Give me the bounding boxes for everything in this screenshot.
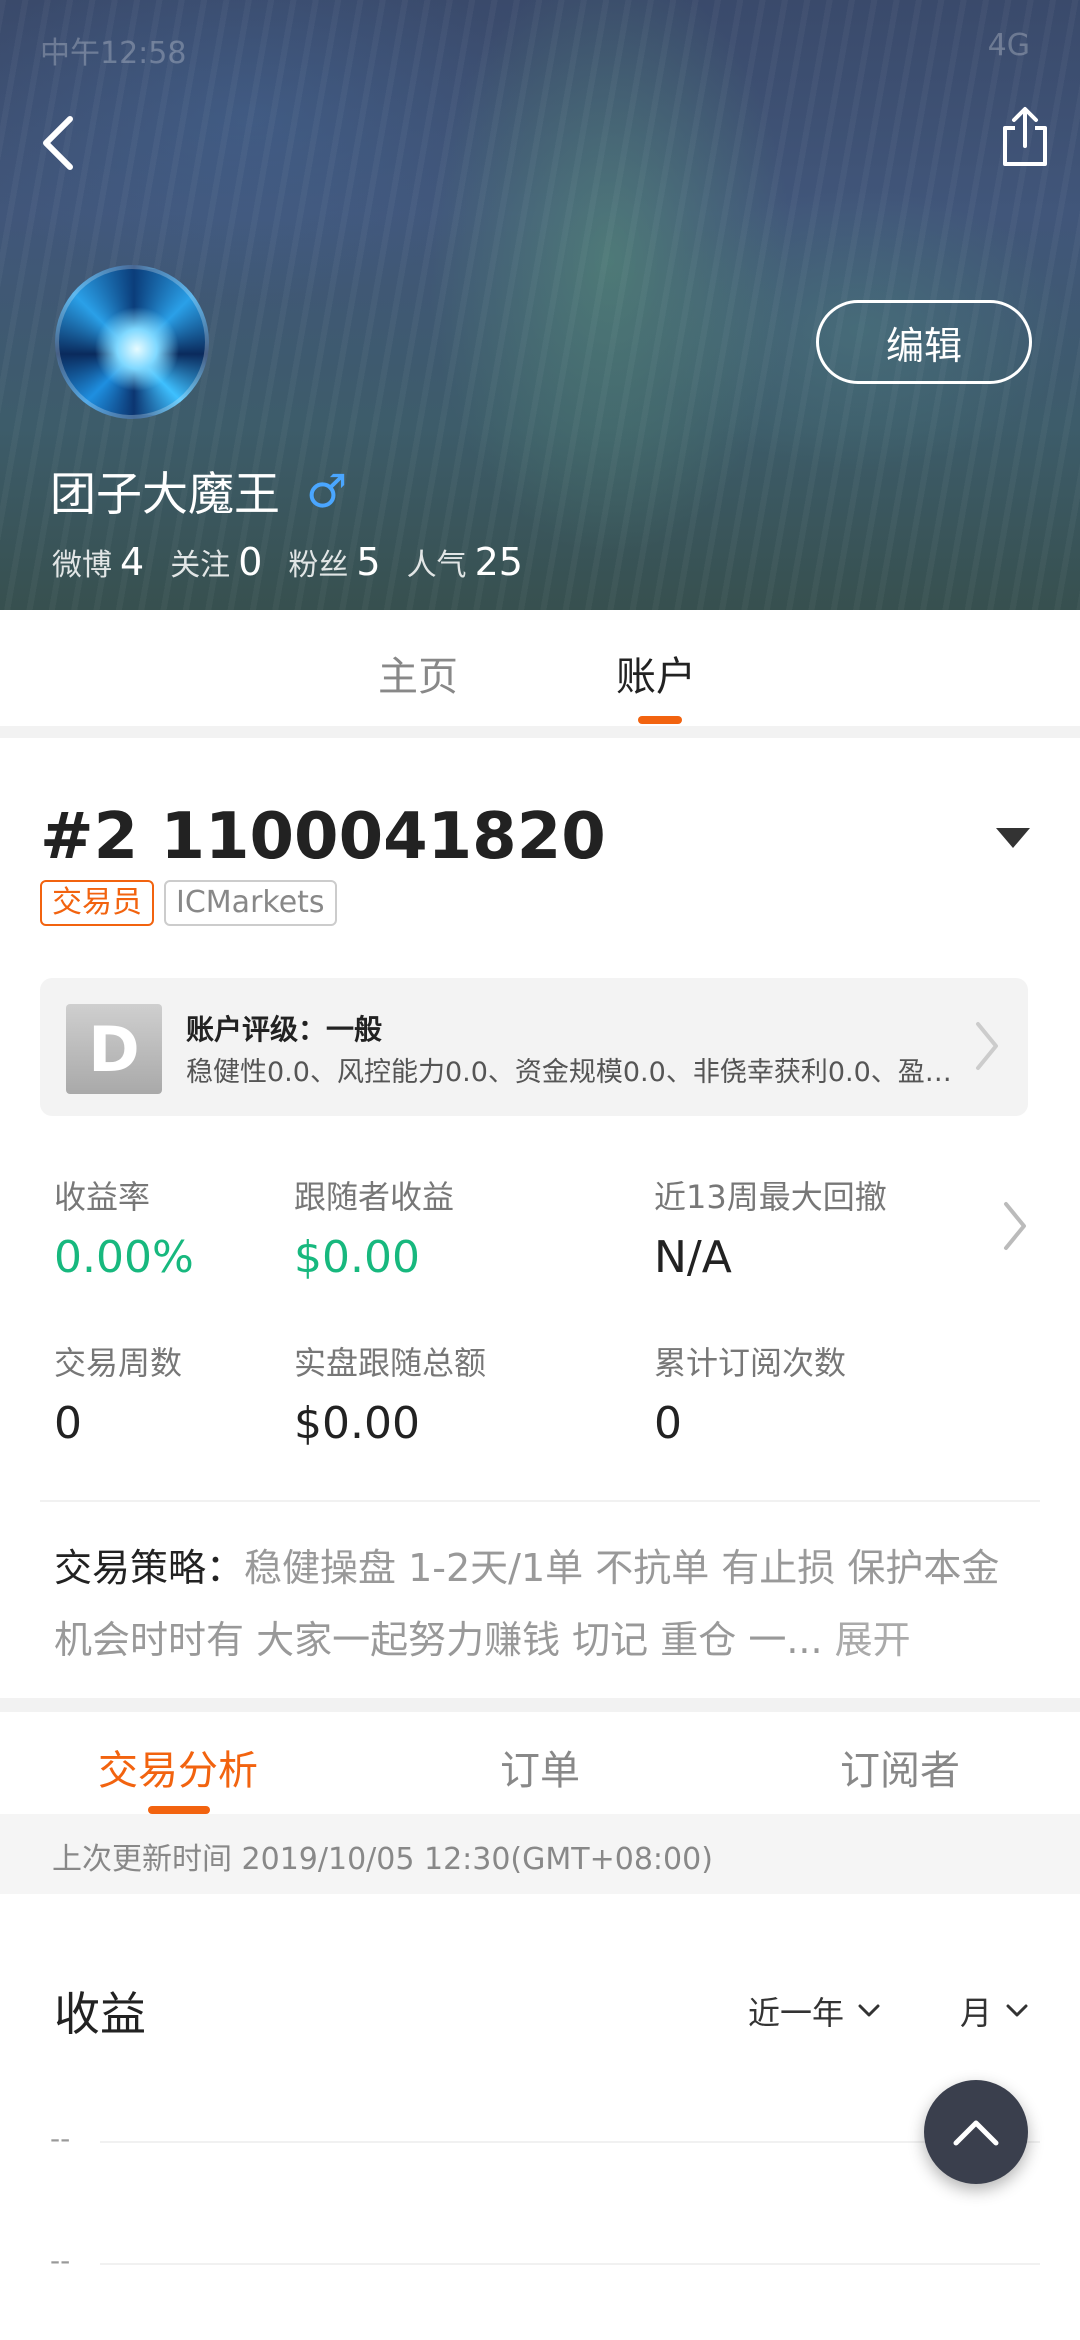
metric-value: 0 xyxy=(654,1398,682,1449)
metric-max-drawdown: 近13周最大回撤 N/A xyxy=(654,1172,887,1283)
strategy-label: 交易策略： xyxy=(54,1546,245,1590)
back-button[interactable] xyxy=(14,98,104,188)
metric-value: 0.00% xyxy=(54,1232,194,1283)
tab-account[interactable]: 账户 xyxy=(616,644,696,702)
chevron-down-icon xyxy=(858,2004,880,2017)
stat-followers[interactable]: 粉丝 5 xyxy=(288,540,380,584)
account-switch-dropdown-icon[interactable] xyxy=(996,828,1030,848)
rating-description: 稳健性0.0、风控能力0.0、资金规模0.0、非侥幸获利0.0、盈利能力0.0 xyxy=(186,1057,966,1088)
trader-tag: 交易员 xyxy=(40,880,154,926)
male-gender-icon: ♂ xyxy=(306,464,348,518)
metric-value: $0.00 xyxy=(294,1232,420,1283)
metric-trading-weeks: 交易周数 0 xyxy=(54,1338,182,1449)
chevron-down-icon xyxy=(1006,2004,1028,2017)
range-filter-dropdown[interactable]: 近一年 xyxy=(748,1988,880,2034)
last-update-time: 上次更新时间 2019/10/05 12:30(GMT+08:00) xyxy=(52,1842,713,1877)
metric-label: 收益率 xyxy=(54,1178,151,1216)
metric-label: 跟随者收益 xyxy=(294,1178,455,1216)
section-divider xyxy=(0,726,1080,738)
tab-orders[interactable]: 订单 xyxy=(500,1738,580,1796)
chart-axis-placeholder: -- xyxy=(50,2122,71,2155)
metric-follower-profit: 跟随者收益 $0.00 xyxy=(294,1172,454,1283)
metric-label: 实盘跟随总额 xyxy=(294,1344,487,1382)
edit-profile-button[interactable]: 编辑 xyxy=(816,300,1032,384)
broker-tag: ICMarkets xyxy=(164,880,337,926)
tab-home[interactable]: 主页 xyxy=(378,644,458,702)
stat-value: 0 xyxy=(238,540,263,584)
metric-label: 近13周最大回撤 xyxy=(654,1178,887,1216)
stat-following[interactable]: 关注 0 xyxy=(170,540,262,584)
stat-popularity: 人气 25 xyxy=(407,540,523,584)
account-number: #2 1100041820 xyxy=(40,800,606,874)
share-button[interactable] xyxy=(980,92,1070,182)
update-time-bar: 上次更新时间 2019/10/05 12:30(GMT+08:00) xyxy=(0,1814,1080,1894)
trading-strategy: 交易策略：稳健操盘 1-2天/1单 不抗单 有止损 保护本金 机会时时有 大家一… xyxy=(54,1532,1014,1676)
chart-gridline xyxy=(100,2263,1040,2265)
status-bar: 中午12:58 4G xyxy=(0,28,1080,71)
stat-label: 人气 xyxy=(406,548,467,583)
divider xyxy=(40,1500,1040,1502)
profile-header: 中午12:58 4G 编辑 团子大魔王 ♂ 微博 4 关注 0 粉丝 5 人气 … xyxy=(0,0,1080,610)
stat-label: 微博 xyxy=(52,548,112,583)
stat-label: 关注 xyxy=(170,548,231,583)
username: 团子大魔王 xyxy=(50,467,280,521)
income-title: 收益 xyxy=(54,1987,146,2041)
username-row: 团子大魔王 ♂ xyxy=(50,458,347,524)
chart-axis-placeholder: -- xyxy=(50,2244,71,2277)
share-icon xyxy=(1003,107,1047,166)
metric-value: 0 xyxy=(54,1398,82,1449)
metric-label: 累计订阅次数 xyxy=(654,1344,847,1382)
range-filter-label: 近一年 xyxy=(748,1994,845,2032)
active-tab-indicator xyxy=(638,716,682,724)
chevron-right-icon[interactable] xyxy=(1000,1198,1030,1254)
metric-value: N/A xyxy=(654,1232,732,1283)
stat-value: 5 xyxy=(356,540,381,584)
tab-trade-analysis[interactable]: 交易分析 xyxy=(98,1738,258,1796)
avatar[interactable] xyxy=(55,265,209,419)
stat-label: 粉丝 xyxy=(288,548,349,583)
chart-gridline xyxy=(100,2141,1040,2143)
status-time: 中午12:58 xyxy=(40,36,187,71)
chevron-up-icon xyxy=(953,2120,999,2146)
back-arrow-icon xyxy=(43,116,73,170)
period-filter-label: 月 xyxy=(960,1994,993,2032)
rating-title: 账户评级：一般 xyxy=(186,1013,383,1046)
profile-stats: 微博 4 关注 0 粉丝 5 人气 25 xyxy=(52,540,549,584)
metric-copy-total: 实盘跟随总额 $0.00 xyxy=(294,1338,486,1449)
stat-value: 4 xyxy=(120,540,145,584)
account-rating-card[interactable]: D 账户评级：一般 稳健性0.0、风控能力0.0、资金规模0.0、非侥幸获利0.… xyxy=(40,978,1028,1116)
account-tags: 交易员 ICMarkets xyxy=(40,880,337,926)
analysis-tabs: 交易分析 订单 订阅者 xyxy=(0,1712,1080,1814)
metric-subscriptions: 累计订阅次数 0 xyxy=(654,1338,846,1449)
profile-tabs: 主页 账户 xyxy=(0,610,1080,726)
active-tab-indicator xyxy=(148,1806,210,1814)
chevron-right-icon xyxy=(976,1022,998,1070)
stat-weibo[interactable]: 微博 4 xyxy=(52,540,144,584)
metric-label: 交易周数 xyxy=(54,1344,183,1382)
stat-value: 25 xyxy=(474,540,523,584)
metric-return-rate: 收益率 0.00% xyxy=(54,1172,194,1283)
period-filter-dropdown[interactable]: 月 xyxy=(960,1988,1028,2034)
tab-subscribers[interactable]: 订阅者 xyxy=(840,1738,960,1796)
scroll-to-top-button[interactable] xyxy=(924,2080,1028,2184)
expand-strategy-link[interactable]: 展开 xyxy=(835,1618,911,1662)
section-divider xyxy=(0,1698,1080,1712)
status-network: 4G xyxy=(987,28,1030,63)
metric-value: $0.00 xyxy=(294,1398,420,1449)
rating-grade-badge: D xyxy=(66,1004,162,1094)
